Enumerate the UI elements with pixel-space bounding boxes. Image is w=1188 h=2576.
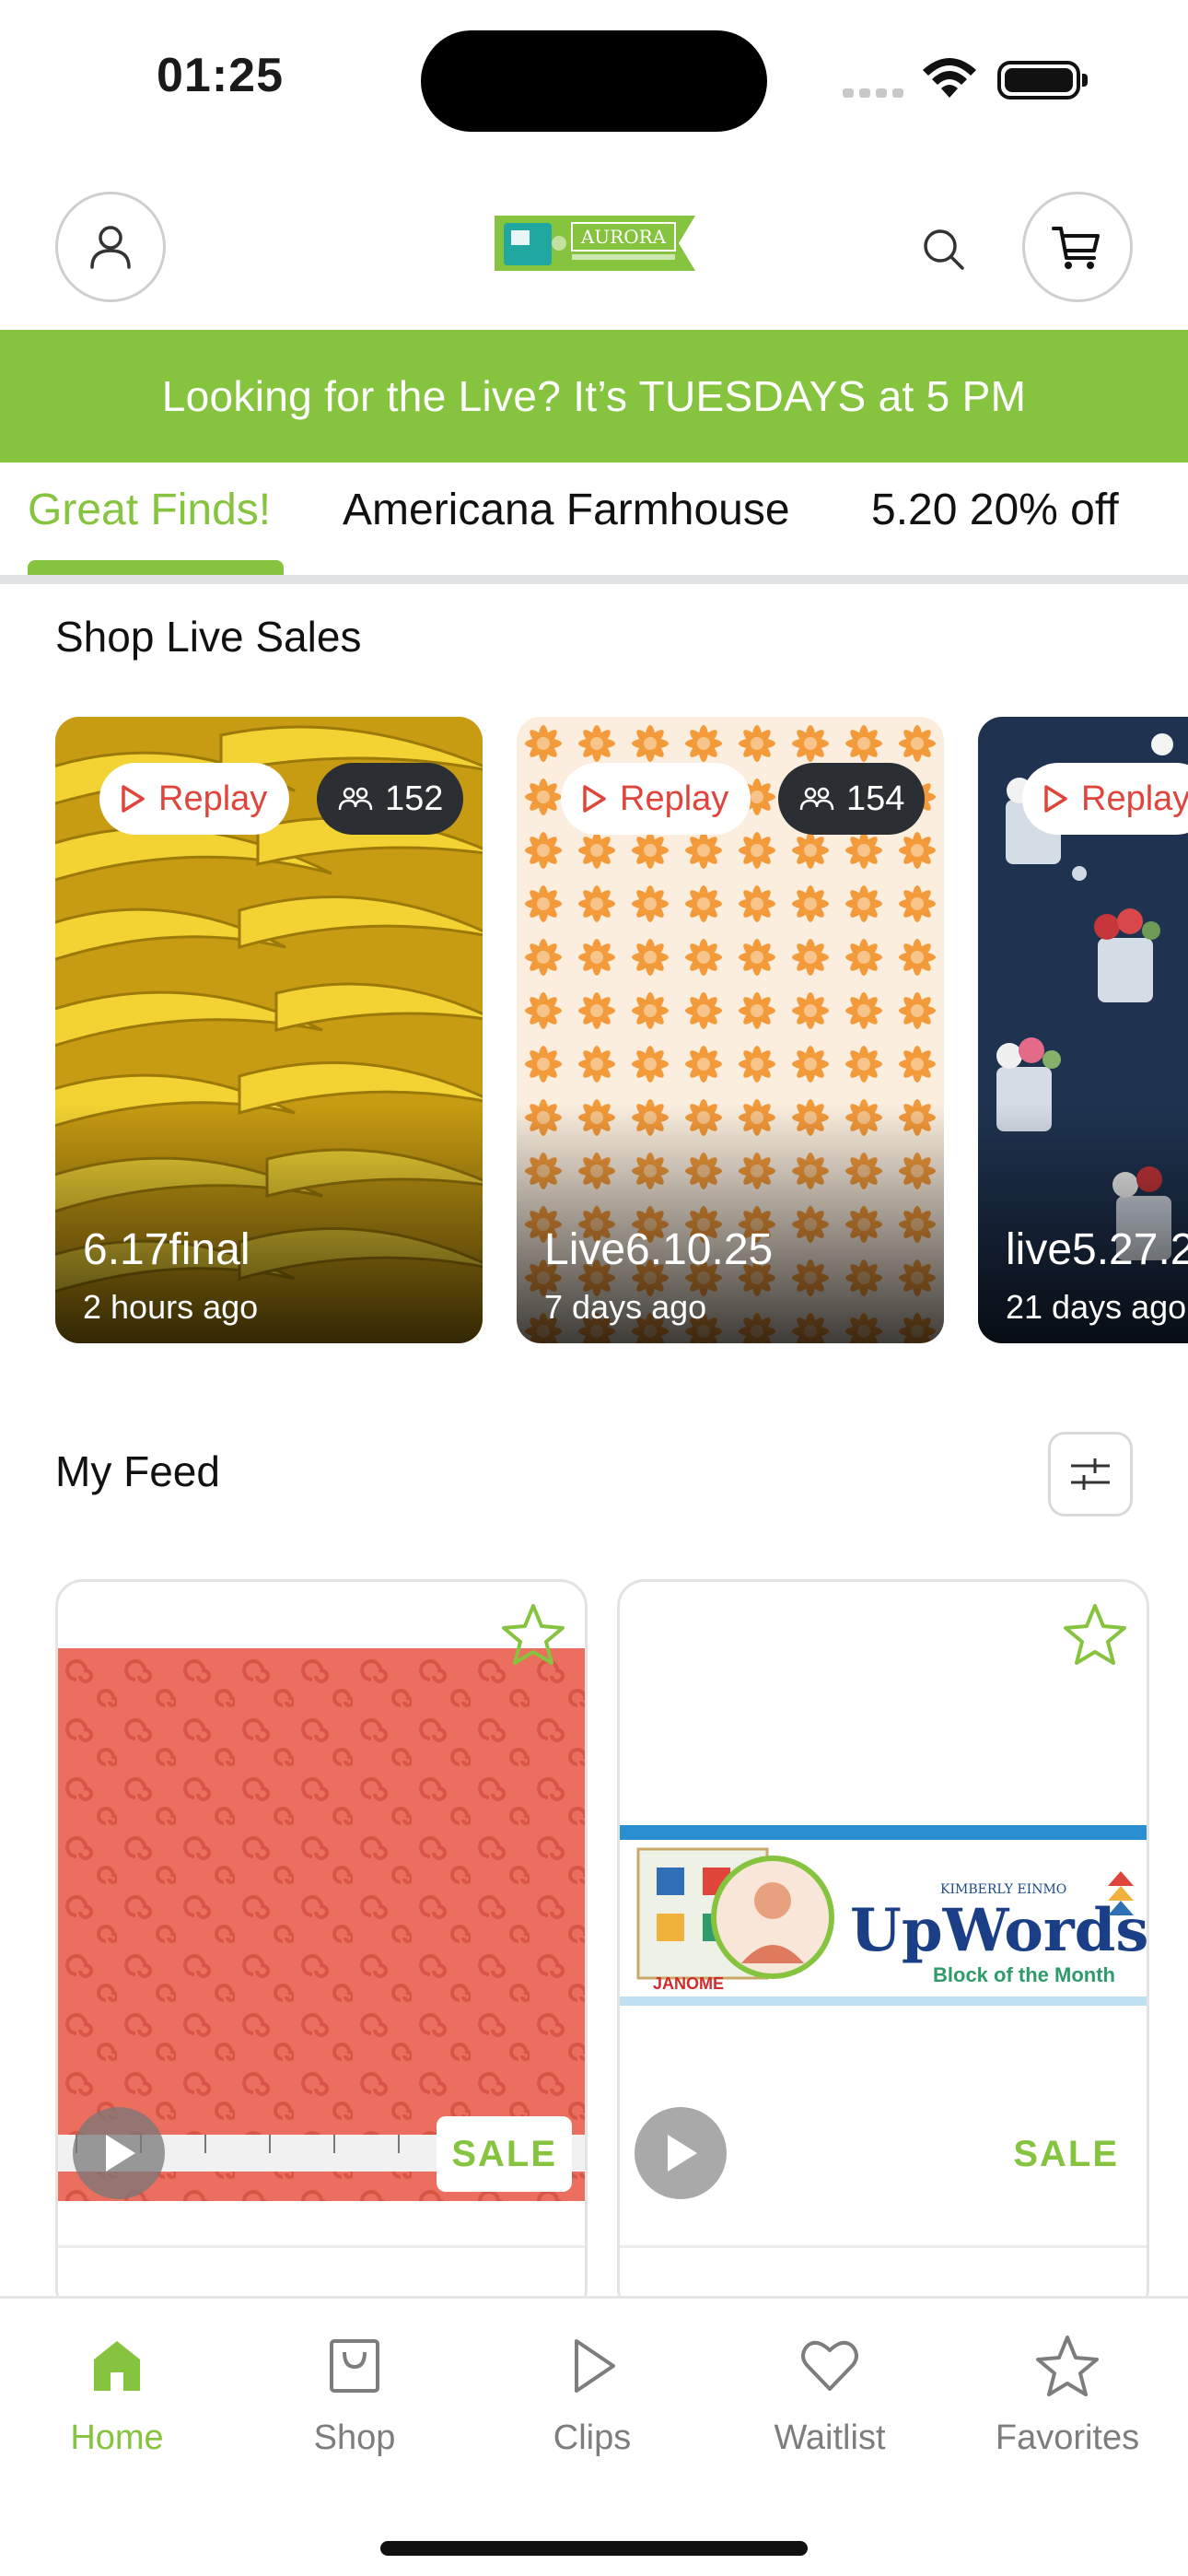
home-indicator[interactable] [380,2541,808,2556]
user-icon [90,226,131,269]
category-tabs: Great Finds! Americana Farmhouse 5.20 20… [0,463,1188,584]
play-icon [106,2135,135,2172]
replay-badge: Replay [1022,763,1188,835]
status-time: 01:25 [157,49,284,102]
live-sale-title: Live6.10.25 [544,1225,774,1274]
bottom-navigation: Home Shop Clips Waitlist Favorites [0,2296,1188,2576]
nav-shop-label: Shop [313,2418,396,2457]
viewers-count: 154 [846,779,905,818]
aurora-logo[interactable]: AURORA [495,212,695,275]
product-image: JANOME KIMBERLY EINMO UpWords Block of t… [620,1825,1148,2006]
shopping-bag-icon [330,2339,379,2393]
play-video-button[interactable] [73,2107,165,2199]
feed-filter-button[interactable] [1048,1432,1133,1516]
play-video-button[interactable] [635,2107,727,2199]
dynamic-island [421,30,767,132]
shop-live-sales-title: Shop Live Sales [55,613,362,661]
tab-americana-farmhouse[interactable]: Americana Farmhouse [343,485,790,535]
favorite-star-icon[interactable] [1060,1600,1130,1670]
heart-icon [801,2340,858,2391]
viewers-badge: 154 [778,763,926,835]
nav-shop[interactable]: Shop [253,2332,456,2458]
favorite-star-icon[interactable] [498,1600,568,1670]
live-sale-time: 21 days ago [1006,1288,1187,1326]
nav-favorites[interactable]: Favorites [966,2332,1169,2458]
sale-badge: SALE [437,2116,572,2192]
play-outline-icon [583,785,606,813]
play-icon [575,2339,615,2393]
live-sale-time: 2 hours ago [83,1288,259,1326]
brand-text: KIMBERLY EINMO [940,1882,1066,1897]
cart-button[interactable] [1022,192,1133,302]
search-icon [924,229,964,270]
replay-label: Replay [158,779,268,818]
wifi-icon [923,58,976,98]
live-sale-title: 6.17final [83,1225,250,1274]
play-icon [668,2135,697,2172]
feed-product-card[interactable]: SALE [55,1579,588,2316]
feed-product-card[interactable]: JANOME KIMBERLY EINMO UpWords Block of t… [617,1579,1149,2316]
card-divider [620,2245,1147,2248]
banner-text: Looking for the Live? It’s TUESDAYS at 5… [161,372,1027,420]
sliders-icon [1071,1458,1110,1490]
star-icon [1036,2336,1099,2396]
nav-home[interactable]: Home [16,2332,218,2458]
status-bar: 01:25 [0,0,1188,157]
viewers-badge: 152 [317,763,464,835]
active-tab-indicator [28,560,284,575]
replay-label: Replay [620,779,729,818]
tab-5-20-sale[interactable]: 5.20 20% off [871,485,1119,535]
sponsor-text: JANOME [653,1974,724,1993]
replay-badge: Replay [99,763,290,835]
live-sale-card[interactable]: Replay 152 6.17final 2 hours ago [55,717,483,1343]
viewers-count: 152 [385,779,444,818]
profile-button[interactable] [55,192,166,302]
nav-favorites-label: Favorites [995,2418,1140,2457]
nav-waitlist-label: Waitlist [774,2418,886,2457]
card-divider [58,2245,585,2248]
battery-icon [997,61,1088,100]
my-feed-title: My Feed [55,1447,220,1495]
block-of-month-text: Block of the Month [933,1963,1115,1986]
live-schedule-banner[interactable]: Looking for the Live? It’s TUESDAYS at 5… [0,330,1188,463]
viewers-icon [799,787,834,811]
live-sale-card[interactable]: Replay live5.27.25 21 days ago [978,717,1188,1343]
search-button[interactable] [912,217,976,282]
nav-clips-label: Clips [553,2418,632,2457]
tab-great-finds[interactable]: Great Finds! [28,485,271,535]
cellular-signal-icon [843,88,903,98]
logo-text: AURORA [580,226,667,248]
live-sale-title: live5.27.25 [1006,1225,1188,1274]
app-header: AURORA [0,184,1188,330]
nav-waitlist[interactable]: Waitlist [728,2332,931,2458]
sale-badge: SALE [998,2116,1134,2192]
nav-clips[interactable]: Clips [491,2332,693,2458]
replay-badge: Replay [561,763,751,835]
live-sale-time: 7 days ago [544,1288,707,1326]
play-outline-icon [1044,785,1067,813]
live-sale-card[interactable]: Replay 154 Live6.10.25 7 days ago [517,717,944,1343]
upwords-text: UpWords [850,1896,1148,1965]
home-icon [94,2341,140,2391]
nav-home-label: Home [70,2418,164,2457]
viewers-icon [338,787,373,811]
replay-label: Replay [1081,779,1188,818]
play-outline-icon [122,785,145,813]
cart-icon [1052,227,1100,269]
